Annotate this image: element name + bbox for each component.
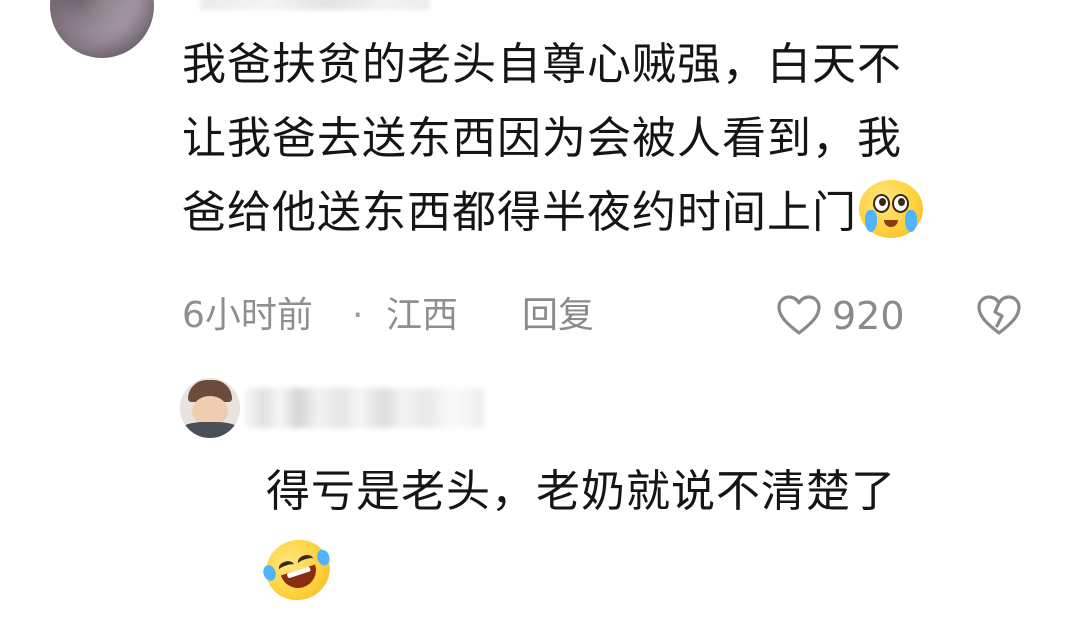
commenter-avatar[interactable] bbox=[50, 0, 154, 58]
avatar-body bbox=[180, 422, 240, 438]
comment-line-text: 爸给他送东西都得半夜约时间上门 bbox=[182, 187, 857, 238]
comment-location: 江西 bbox=[386, 295, 459, 336]
comment-line: 让我爸去送东西因为会被人看到，我 bbox=[182, 113, 902, 164]
replier-avatar[interactable] bbox=[180, 378, 240, 438]
broken-heart-icon[interactable] bbox=[976, 294, 1022, 336]
comment-line: 爸给他送东西都得半夜约时间上门 bbox=[182, 176, 1022, 250]
commenter-name-blurred bbox=[200, 0, 430, 10]
avatar-image bbox=[50, 0, 154, 58]
reply-body: 得亏是老头，老奶就说不清楚了 bbox=[266, 466, 896, 517]
comment-thread: 我爸扶贫的老头自尊心贼强，白天不 让我爸去送东西因为会被人看到，我 爸给他送东西… bbox=[0, 0, 1080, 621]
comment-line: 我爸扶贫的老头自尊心贼强，白天不 bbox=[182, 39, 902, 90]
comment-body: 我爸扶贫的老头自尊心贼强，白天不 让我爸去送东西因为会被人看到，我 爸给他送东西… bbox=[182, 28, 1022, 250]
rolling-laughing-emoji-icon bbox=[258, 531, 338, 609]
like-count: 920 bbox=[832, 294, 905, 338]
comment-meta: 6小时前 · 江西 回复 920 bbox=[182, 290, 1032, 342]
comment-time: 6小时前 bbox=[182, 295, 313, 336]
touched-crying-emoji-icon bbox=[859, 180, 923, 238]
replier-name-blurred bbox=[246, 388, 484, 428]
reply-button[interactable]: 回复 bbox=[522, 290, 594, 342]
meta-separator: · bbox=[352, 295, 364, 336]
heart-icon[interactable] bbox=[776, 294, 822, 336]
